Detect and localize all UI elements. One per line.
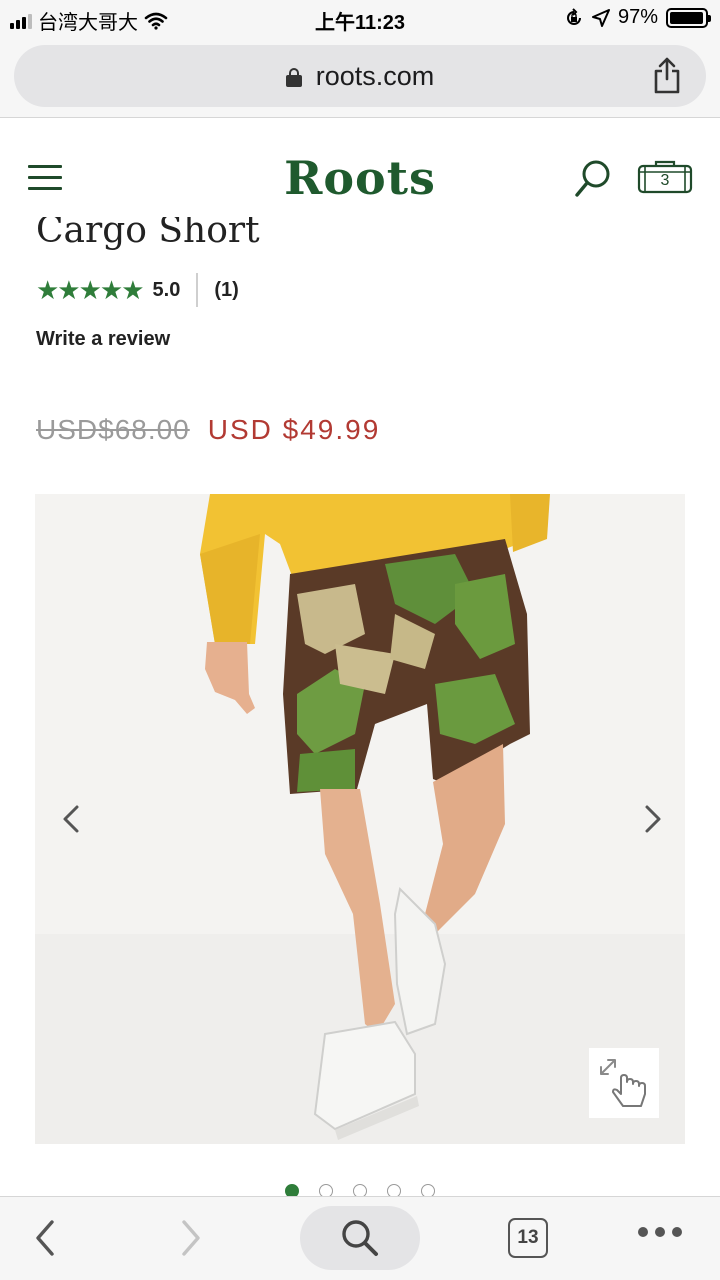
price-row: USD$68.00 USD $49.99 (36, 414, 380, 446)
product-image-carousel[interactable] (35, 494, 685, 1144)
original-price: USD$68.00 (36, 414, 190, 445)
carousel-next-icon[interactable] (633, 794, 673, 844)
share-icon[interactable] (652, 57, 682, 95)
address-text-wrap: roots.com (14, 61, 706, 92)
browser-toolbar: 13 (0, 1196, 720, 1280)
lock-icon (285, 68, 302, 87)
url-text: roots.com (315, 61, 435, 91)
rating-divider (196, 273, 199, 307)
zoom-button[interactable] (589, 1048, 659, 1118)
bag-count: 3 (660, 172, 670, 189)
product-title: Cargo Short (36, 217, 260, 257)
address-bar[interactable]: roots.com (14, 45, 706, 107)
roots-logo[interactable]: Roots (0, 151, 720, 205)
more-options-icon[interactable] (638, 1227, 682, 1237)
product-photo (35, 494, 685, 1144)
location-arrow-icon (591, 8, 610, 27)
product-title-text: Cargo Short (36, 217, 260, 251)
carousel-prev-icon[interactable] (51, 794, 91, 844)
toolbar-search-button[interactable] (300, 1206, 420, 1270)
rating-value: 5.0 (152, 278, 181, 301)
battery-level (670, 11, 703, 24)
expand-touch-icon (600, 1059, 646, 1107)
magnifier-icon (342, 1220, 378, 1256)
review-count: (1) (214, 278, 239, 301)
rating-stars: ★★★★★ (36, 274, 145, 305)
back-icon[interactable] (30, 1217, 60, 1259)
sale-price: USD $49.99 (207, 414, 381, 445)
write-review-link[interactable]: Write a review (36, 328, 170, 351)
forward-icon[interactable] (176, 1217, 206, 1259)
search-icon[interactable] (574, 159, 612, 199)
tabs-button[interactable]: 13 (508, 1218, 548, 1258)
browser-address-area: roots.com (0, 36, 720, 118)
orientation-lock-icon (567, 7, 581, 25)
battery-icon (666, 7, 711, 28)
status-bar-right: 97% (564, 6, 711, 29)
battery-percent: 97% (617, 6, 658, 28)
status-bar: 台湾大哥大 上午11:23 97% (0, 0, 720, 36)
rating-row[interactable]: ★★★★★ 5.0 (1) (36, 272, 239, 308)
shopping-bag-button[interactable]: 3 (636, 159, 694, 195)
